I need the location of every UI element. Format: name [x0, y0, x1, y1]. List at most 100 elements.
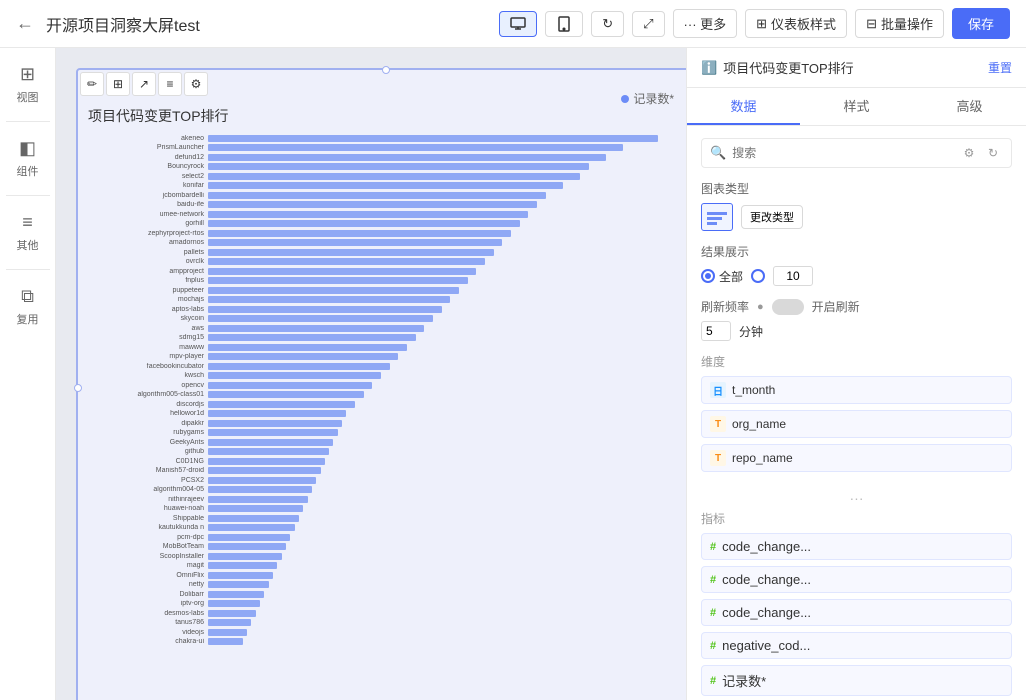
bar-fill: [208, 163, 589, 170]
view-icon: ⊞: [20, 64, 35, 85]
settings-tool-icon[interactable]: ⚙: [959, 143, 979, 163]
bar-row: puppeteer: [88, 286, 684, 294]
bar-track: [208, 277, 684, 284]
bar-label: huawei-noah: [88, 505, 208, 512]
bar-row: PCSX2: [88, 476, 684, 484]
bar-row: jcbombardelli: [88, 191, 684, 199]
radio-all[interactable]: [701, 269, 715, 283]
fullscreen-button[interactable]: ⤢: [632, 11, 664, 37]
settings-icon[interactable]: ⚙: [184, 72, 208, 96]
dashboard-style-button[interactable]: ⊞ 仪表板样式: [745, 9, 847, 38]
bar-row: sdmg15: [88, 334, 684, 342]
bar-track: [208, 600, 684, 607]
batch-operation-button[interactable]: ⊟ 批量操作: [855, 9, 944, 38]
bar-track: [208, 258, 684, 265]
sidebar-item-other[interactable]: ≡ 其他: [0, 204, 55, 261]
bar-fill: [208, 173, 580, 180]
result-num-option[interactable]: [751, 269, 765, 283]
metric-item-1[interactable]: # code_change...: [701, 566, 1012, 593]
more-button[interactable]: ··· 更多: [673, 9, 738, 38]
dimension-section: 维度 日 t_month T org_name T repo_name: [701, 353, 1012, 472]
expand-icon[interactable]: ↗: [132, 72, 156, 96]
metric-name-0: code_change...: [722, 539, 811, 554]
edit-icon[interactable]: ✏: [80, 72, 104, 96]
chart-panel[interactable]: ✏ ⊞ ↗ ≡ ⚙ 项目代码变更TOP排行 记录数* akeneoPrismLa…: [76, 68, 686, 700]
bar-label: amadornos: [88, 239, 208, 246]
sidebar-item-view[interactable]: ⊞ 视图: [0, 56, 55, 113]
bar-label: mochajs: [88, 296, 208, 303]
bar-track: [208, 306, 684, 313]
resize-handle-top[interactable]: [382, 66, 390, 74]
monitor-view-button[interactable]: [499, 11, 537, 37]
radio-num[interactable]: [751, 269, 765, 283]
divider-dots: ···: [701, 486, 1012, 510]
bar-track: [208, 496, 684, 503]
reuse-icon: ⧉: [21, 286, 34, 307]
bar-fill: [208, 420, 342, 427]
bar-track: [208, 353, 684, 360]
resize-handle-left[interactable]: [74, 384, 82, 392]
metric-item-0[interactable]: # code_change...: [701, 533, 1012, 560]
bar-track: [208, 192, 684, 199]
search-icon: 🔍: [710, 145, 726, 161]
metric-item-3[interactable]: # negative_cod...: [701, 632, 1012, 659]
bar-label: Shippable: [88, 515, 208, 522]
bar-label: facebookincubator: [88, 363, 208, 370]
dimension-field-org_name[interactable]: T org_name: [701, 410, 1012, 438]
back-button[interactable]: ←: [16, 13, 34, 34]
metric-item-2[interactable]: # code_change...: [701, 599, 1012, 626]
bar-row: baidu-ife: [88, 201, 684, 209]
tab-data[interactable]: 数据: [687, 88, 800, 125]
bar-label: videojs: [88, 629, 208, 636]
tab-style[interactable]: 样式: [800, 88, 913, 125]
bar-fill: [208, 439, 333, 446]
bar-label: discordjs: [88, 401, 208, 408]
bar-label: umee-network: [88, 211, 208, 218]
reset-button[interactable]: 重置: [988, 59, 1012, 76]
result-count-input[interactable]: [773, 266, 813, 286]
field-label-org_name: org_name: [732, 417, 1003, 431]
dimension-field-repo_name[interactable]: T repo_name: [701, 444, 1012, 472]
chart-type-icon[interactable]: [701, 203, 733, 231]
bar-label: Manish57-droid: [88, 467, 208, 474]
bar-track: [208, 505, 684, 512]
bar-label: GeekyAnts: [88, 439, 208, 446]
tablet-view-button[interactable]: [545, 11, 583, 37]
change-type-button[interactable]: 更改类型: [741, 205, 803, 229]
refresh-toggle[interactable]: [772, 299, 804, 315]
search-input[interactable]: [732, 146, 953, 160]
bar-track: [208, 220, 684, 227]
table-icon[interactable]: ≡: [158, 72, 182, 96]
bar-label: iptv-org: [88, 600, 208, 607]
refresh-button[interactable]: ↻: [591, 11, 624, 37]
dimension-field-t_month[interactable]: 日 t_month: [701, 376, 1012, 404]
bar-label: nithinrajeev: [88, 496, 208, 503]
refresh-row: 刷新频率 ● 开启刷新: [701, 298, 1012, 315]
refresh-interval-input[interactable]: [701, 321, 731, 341]
bar-track: [208, 534, 684, 541]
refresh-tool-icon[interactable]: ↻: [983, 143, 1003, 163]
bar-row: dipakkr: [88, 419, 684, 427]
other-icon: ≡: [22, 212, 33, 233]
sidebar-item-reuse[interactable]: ⧉ 复用: [0, 278, 55, 335]
bar-row: mawww: [88, 343, 684, 351]
bar-fill: [208, 629, 247, 636]
sidebar-divider-3: [6, 269, 50, 270]
save-button[interactable]: 保存: [952, 8, 1010, 39]
sidebar-item-component[interactable]: ◧ 组件: [0, 130, 55, 187]
result-all-option[interactable]: 全部: [701, 268, 743, 285]
bar-row: umee-network: [88, 210, 684, 218]
bar-fill: [208, 344, 407, 351]
grid-icon[interactable]: ⊞: [106, 72, 130, 96]
metric-item-4[interactable]: # 记录数*: [701, 665, 1012, 696]
tab-advanced[interactable]: 高级: [913, 88, 1026, 125]
bar-track: [208, 562, 684, 569]
bar-label: defund12: [88, 154, 208, 161]
metrics-label: 指标: [701, 510, 1012, 527]
bar-row: amadornos: [88, 239, 684, 247]
bar-label: sdmg15: [88, 334, 208, 341]
bar-track: [208, 372, 684, 379]
bar-track: [208, 296, 684, 303]
bar-label: Dolibarr: [88, 591, 208, 598]
bar-label: tanus786: [88, 619, 208, 626]
